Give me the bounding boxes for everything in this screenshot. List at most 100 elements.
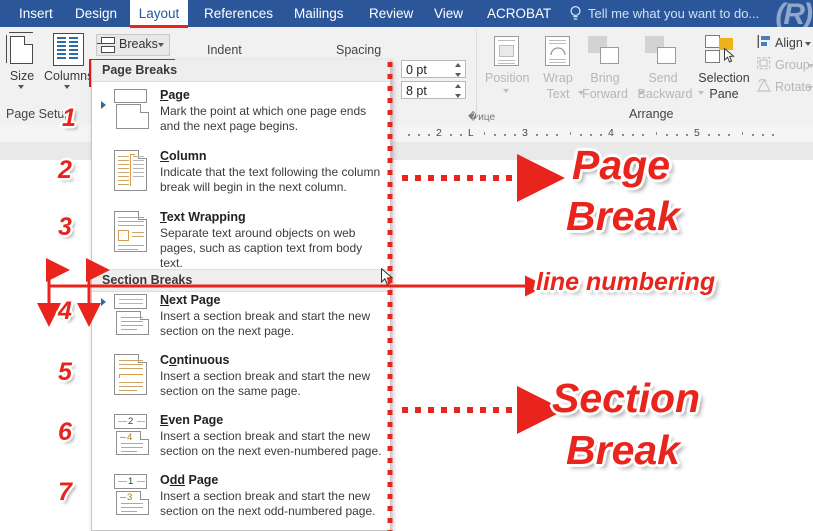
columns-chevron-down-icon[interactable]: [64, 85, 70, 89]
text-wrapping-break-icon: [114, 211, 154, 253]
menu-item-desc: Separate text around objects on web page…: [160, 226, 363, 270]
menu-item-title: Page: [160, 88, 190, 102]
tab-references[interactable]: References: [195, 0, 282, 27]
menu-item-title: Odd Page: [160, 473, 219, 487]
annotation-number-4: 4: [58, 297, 72, 325]
odd-page-section-icon: 1 3: [114, 474, 154, 516]
page-break-icon: [114, 89, 154, 131]
spacing-after-stepper[interactable]: 8 pt: [401, 81, 466, 99]
ruler-number-3: 3: [522, 127, 528, 139]
wrap-text-label-line2[interactable]: Text: [537, 87, 579, 101]
wrap-text-icon: [545, 36, 570, 66]
annotation-page-label: Page: [572, 142, 670, 188]
menu-item-title: Even Page: [160, 413, 224, 427]
annotation-number-7: 7: [58, 478, 72, 506]
continuous-section-icon: [114, 354, 154, 396]
menu-item-even-page[interactable]: 2 4 Even Page Insert a section break and…: [92, 413, 390, 469]
menu-item-desc: Insert a section break and start the new…: [160, 489, 376, 518]
ruler-number-4: 4: [608, 127, 614, 139]
spacing-before-arrows[interactable]: [454, 62, 463, 78]
send-backward-icon: [645, 36, 679, 66]
menu-item-title: Next Page: [160, 293, 221, 307]
ribbon-tab-strip: (R) Insert Design Layout References Mail…: [0, 0, 813, 31]
tab-design[interactable]: Design: [66, 0, 126, 27]
menu-item-desc: Insert a section break and start the new…: [160, 309, 371, 338]
tab-acrobat[interactable]: ACROBAT: [478, 0, 560, 27]
size-chevron-down-icon[interactable]: [18, 85, 24, 89]
tell-me-box[interactable]: Tell me what you want to do...: [588, 0, 759, 27]
group-button-label[interactable]: Group: [775, 58, 810, 72]
annotation-break-label-2: Break: [566, 427, 680, 473]
columns-button-label[interactable]: Columns: [44, 69, 93, 83]
menu-item-text-wrapping[interactable]: Text Wrapping Separate text around objec…: [92, 210, 390, 270]
menu-item-desc: Insert a section break and start the new…: [160, 369, 371, 398]
bring-forward-label-line1[interactable]: Bring: [580, 71, 630, 85]
menu-item-column[interactable]: Column Indicate that the text following …: [92, 149, 390, 205]
screenshot-root: (R) Insert Design Layout References Mail…: [0, 0, 813, 531]
breaks-button-label: Breaks: [119, 37, 158, 51]
position-button-label[interactable]: Position: [485, 71, 529, 85]
arrange-group-label: Arrange: [629, 107, 674, 121]
group-chevron-down-icon[interactable]: [808, 64, 813, 68]
align-icon: [757, 35, 770, 48]
annotation-number-6: 6: [58, 418, 72, 446]
menu-item-desc: Insert a section break and start the new…: [160, 429, 382, 458]
menu-item-title: Text Wrapping: [160, 210, 246, 224]
tab-layout[interactable]: Layout: [130, 0, 188, 27]
send-backward-label-line1[interactable]: Send: [642, 71, 684, 85]
column-break-icon: [114, 150, 154, 192]
rotate-chevron-down-icon[interactable]: [807, 86, 813, 90]
ruler-tab-marker[interactable]: L: [468, 128, 474, 139]
selection-pane-label-line1[interactable]: Selection: [695, 71, 753, 85]
annotation-number-2: 2: [58, 156, 72, 184]
menu-item-title: Column: [160, 149, 207, 163]
ruler-number-2: 2: [436, 127, 442, 139]
spacing-after-value: 8 pt: [406, 84, 427, 98]
indent-label: Indent: [207, 43, 242, 57]
rotate-icon: [757, 79, 771, 92]
breaks-chevron-down-icon: [158, 43, 164, 47]
align-chevron-down-icon[interactable]: [805, 42, 811, 46]
page-size-icon: [6, 32, 36, 65]
send-backward-label-line2[interactable]: Backward: [634, 87, 696, 101]
breaks-button[interactable]: Breaks: [96, 34, 170, 56]
lightbulb-icon: [570, 5, 581, 22]
annotation-number-1: 1: [62, 104, 76, 132]
odd-page-number-bottom: 3: [127, 492, 133, 503]
menu-item-next-page[interactable]: Next Page Insert a section break and sta…: [92, 293, 390, 349]
tab-insert[interactable]: Insert: [10, 0, 62, 27]
dialog-box-launcher-icon[interactable]: �ице: [468, 112, 495, 123]
position-icon: [494, 36, 519, 66]
align-button-label[interactable]: Align: [775, 36, 803, 50]
breaks-dropdown-menu[interactable]: Page Breaks Page Mark the point at which…: [91, 60, 391, 531]
menu-item-desc: Indicate that the text following the col…: [160, 165, 381, 194]
columns-icon: [53, 33, 84, 66]
menu-item-odd-page[interactable]: 1 3 Odd Page Insert a section break and …: [92, 473, 390, 529]
bring-forward-label-line2[interactable]: Forward: [574, 87, 636, 101]
position-chevron-down-icon[interactable]: [503, 89, 509, 93]
odd-page-number-top: 1: [128, 476, 134, 487]
even-page-number-top: 2: [128, 416, 134, 427]
size-button-label[interactable]: Size: [2, 69, 42, 83]
menu-section-header-section-breaks: Section Breaks: [92, 270, 390, 292]
spacing-before-stepper[interactable]: 0 pt: [401, 60, 466, 78]
spacing-after-arrows[interactable]: [454, 83, 463, 99]
tab-mailings[interactable]: Mailings: [285, 0, 353, 27]
menu-item-title: Continuous: [160, 353, 230, 367]
tab-view[interactable]: View: [425, 0, 472, 27]
annotation-break-label-1: Break: [566, 193, 680, 239]
menu-item-continuous[interactable]: Continuous Insert a section break and st…: [92, 353, 390, 409]
wrap-text-label-line1[interactable]: Wrap: [537, 71, 579, 85]
mouse-cursor-icon: [381, 268, 393, 286]
selection-pane-label-line2[interactable]: Pane: [695, 87, 753, 101]
menu-item-page[interactable]: Page Mark the point at which one page en…: [92, 88, 390, 144]
tab-review[interactable]: Review: [360, 0, 422, 27]
ruler-number-5: 5: [694, 127, 700, 139]
breaks-icon: [97, 37, 115, 53]
spacing-before-value: 0 pt: [406, 63, 427, 77]
annotation-number-5: 5: [58, 358, 72, 386]
menu-item-desc: Mark the point at which one page ends an…: [160, 104, 367, 133]
even-page-number-bottom: 4: [127, 432, 133, 443]
next-page-section-icon: [114, 294, 154, 336]
selection-pane-icon: [705, 35, 741, 67]
